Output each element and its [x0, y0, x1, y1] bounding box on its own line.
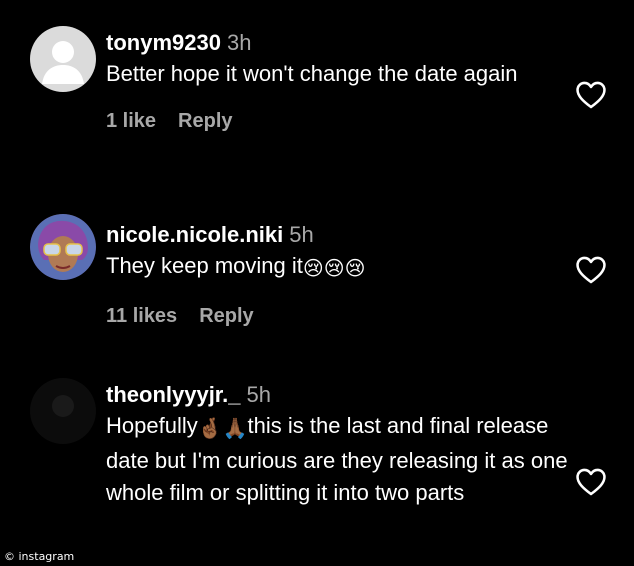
likes-count[interactable]: 11 likes: [106, 305, 177, 327]
timestamp: 5h: [289, 222, 314, 247]
username[interactable]: theonlyyyjr._: [106, 382, 241, 407]
heart-icon[interactable]: [574, 465, 608, 499]
reply-button[interactable]: Reply: [178, 110, 232, 132]
username[interactable]: nicole.nicole.niki: [106, 222, 283, 247]
timestamp: 5h: [246, 382, 271, 407]
profile-photo: [30, 214, 96, 280]
comment-header: theonlyyyjr._ 5h: [106, 380, 576, 410]
likes-count[interactable]: 1 like: [106, 110, 156, 132]
reply-button[interactable]: Reply: [199, 305, 253, 327]
instagram-watermark: © instagram: [4, 550, 75, 563]
heart-icon[interactable]: [574, 78, 608, 112]
heart-icon[interactable]: [574, 253, 608, 287]
comment-text: Better hope it won't change the date aga…: [106, 61, 518, 86]
avatar[interactable]: [30, 26, 96, 92]
username[interactable]: tonym9230: [106, 30, 221, 55]
avatar[interactable]: [30, 378, 96, 444]
comment-text: They keep moving it😢😢😢: [106, 250, 576, 285]
comment-header: tonym9230 3h: [106, 28, 576, 58]
comment-text-body: They keep moving it: [106, 253, 303, 278]
timestamp: 3h: [226, 30, 252, 55]
default-profile-icon: [42, 41, 84, 84]
comment-text-start: Hopefully: [106, 413, 198, 438]
comment-header: nicole.nicole.niki 5h: [106, 220, 576, 250]
profile-photo: [30, 378, 96, 444]
comment-actions: 1 like Reply: [106, 110, 576, 133]
comment-text: Hopefully🤞🏾🙏🏾this is the last and final …: [106, 410, 568, 509]
crying-face-emoji: 😢😢😢: [302, 258, 366, 280]
avatar[interactable]: [30, 214, 96, 280]
crossed-fingers-praying-hands-emoji: 🤞🏾🙏🏾: [197, 418, 248, 440]
comment-actions: 11 likes Reply: [106, 305, 576, 328]
